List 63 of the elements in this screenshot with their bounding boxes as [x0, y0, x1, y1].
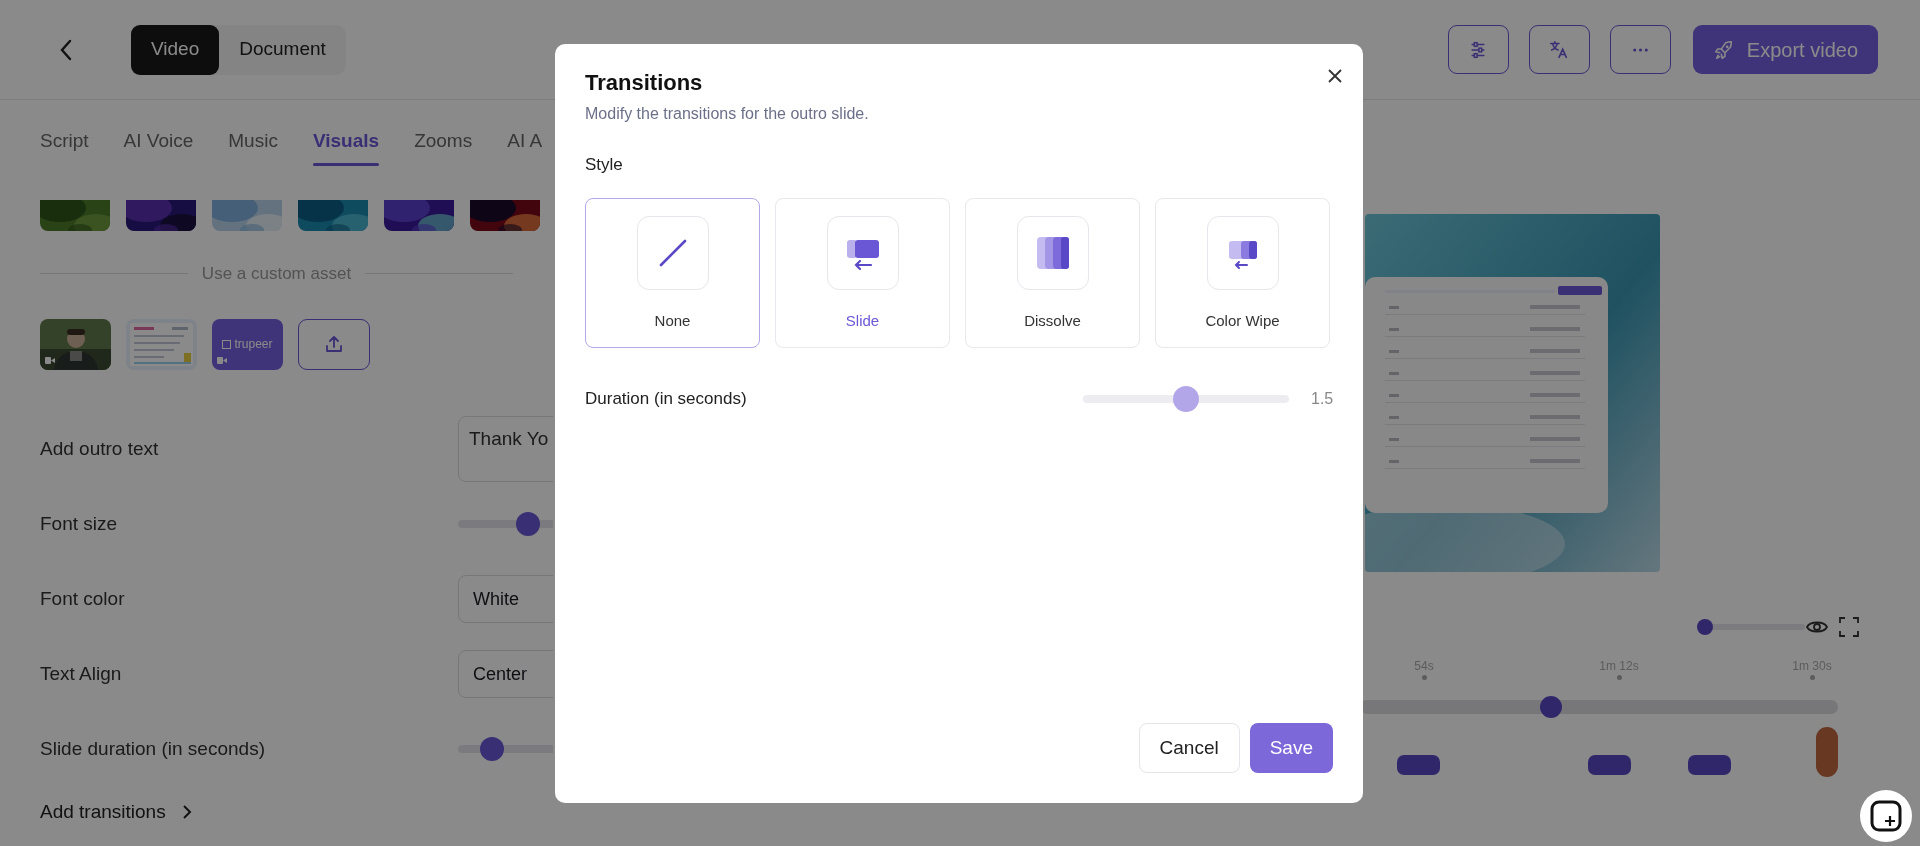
section-label: Style — [585, 154, 624, 177]
tick-dot — [1810, 675, 1815, 680]
tab[interactable]: AI A — [507, 108, 543, 174]
fullscreen-icon[interactable] — [1839, 617, 1859, 637]
tab[interactable]: AI Voice — [123, 108, 194, 174]
field-label: Text Align — [40, 661, 123, 686]
option-label: Slide — [845, 310, 880, 331]
zoom-slider[interactable] — [1697, 619, 1805, 635]
field-label: Font color — [40, 586, 126, 611]
square-icon — [222, 339, 232, 349]
playhead-handle[interactable] — [1540, 696, 1563, 718]
tab[interactable]: Music — [228, 108, 278, 174]
field-label: Slide duration (in seconds) — [40, 736, 266, 761]
add-button[interactable] — [1860, 790, 1912, 842]
close-icon — [1327, 68, 1343, 84]
slider-thumb[interactable] — [1173, 385, 1199, 412]
slider-value: 1.5 — [1311, 388, 1333, 409]
export-button[interactable]: Export video — [1692, 25, 1878, 74]
timeline-clip[interactable] — [1816, 727, 1838, 777]
option-label: None — [654, 310, 691, 331]
slider-thumb[interactable] — [516, 512, 540, 536]
style-option[interactable]: Slide — [775, 197, 950, 348]
style-option[interactable]: Color Wipe — [1155, 197, 1330, 348]
mode-tab[interactable]: Document — [219, 24, 346, 75]
back-icon — [59, 38, 73, 61]
sliders-button[interactable] — [1447, 25, 1509, 74]
dialog-title: Transitions — [585, 70, 704, 97]
upload-icon — [324, 334, 344, 354]
translate-button[interactable] — [1528, 25, 1590, 74]
upload-button[interactable] — [298, 318, 370, 370]
timeline-clip[interactable] — [1397, 755, 1440, 775]
more-icon — [1632, 48, 1648, 53]
option-label: Dissolve — [1024, 310, 1081, 331]
timeline-track[interactable] — [1360, 696, 1838, 718]
option-label: Color Wipe — [1205, 310, 1280, 331]
logo-thumbnail[interactable]: trupeer — [212, 318, 283, 370]
tick-dot — [1617, 675, 1622, 680]
add-transitions-link[interactable]: Add transitions — [40, 797, 192, 826]
field-label: Duration (in seconds) — [585, 388, 748, 411]
style-option[interactable]: Dissolve — [965, 197, 1140, 348]
field-label: Add outro text — [40, 436, 160, 461]
cancel-button[interactable]: Cancel — [1138, 723, 1240, 773]
tab[interactable]: Visuals — [312, 108, 380, 174]
chevron-icon — [181, 803, 192, 820]
video-icon — [45, 356, 55, 364]
add-icon — [1869, 799, 1903, 833]
duration-slider[interactable] — [1083, 385, 1289, 412]
timeline-clip[interactable] — [1688, 755, 1731, 775]
slider-thumb[interactable] — [1697, 619, 1713, 635]
video-icon — [217, 356, 227, 364]
mode-tab[interactable]: Video — [131, 24, 220, 75]
more-button[interactable] — [1609, 25, 1671, 74]
tab[interactable]: Zooms — [414, 108, 473, 174]
save-button[interactable]: Save — [1249, 723, 1333, 773]
tick-dot — [1422, 675, 1427, 680]
dialog-subtitle: Modify the transitions for the outro slide. — [585, 104, 870, 125]
slider-thumb[interactable] — [480, 737, 504, 761]
style-option[interactable]: None — [585, 197, 760, 348]
rocket-icon — [1712, 38, 1735, 61]
timeline-clip[interactable] — [1588, 755, 1631, 775]
tab[interactable]: Script — [40, 108, 89, 174]
logo-text: trupeer — [234, 336, 273, 353]
field-label: Font size — [40, 511, 119, 536]
